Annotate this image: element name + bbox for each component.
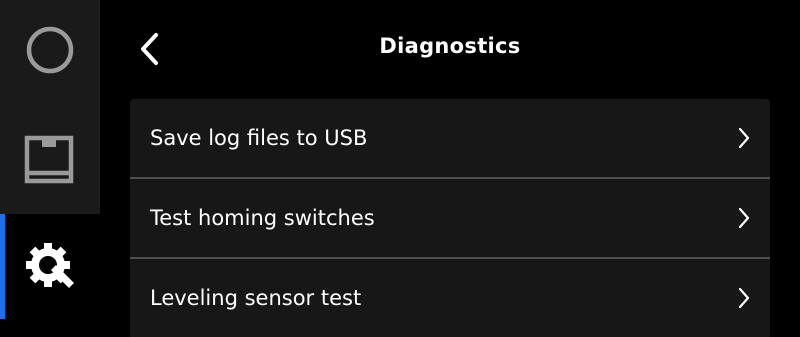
menu-item-label: Test homing switches xyxy=(150,206,375,230)
wrench-gear-icon xyxy=(26,242,74,288)
circle-icon xyxy=(26,26,74,74)
menu-item-save-logs[interactable]: Save log files to USB xyxy=(130,99,770,177)
sidebar-item-status[interactable] xyxy=(0,0,100,100)
page-title: Diagnostics xyxy=(379,34,521,58)
print-job-icon xyxy=(24,135,74,184)
chevron-right-icon xyxy=(738,207,750,229)
sidebar xyxy=(0,0,100,319)
chevron-right-icon xyxy=(738,287,750,309)
chevron-right-icon xyxy=(738,127,750,149)
menu-item-leveling-sensor[interactable]: Leveling sensor test xyxy=(130,257,770,337)
menu-item-homing-switches[interactable]: Test homing switches xyxy=(130,177,770,257)
diagnostics-menu: Save log files to USB Test homing switch… xyxy=(130,99,770,337)
sidebar-item-files[interactable] xyxy=(0,107,100,213)
sidebar-item-settings[interactable] xyxy=(0,214,100,319)
menu-item-label: Save log files to USB xyxy=(150,126,368,150)
active-indicator xyxy=(0,214,5,319)
menu-item-label: Leveling sensor test xyxy=(150,286,362,310)
